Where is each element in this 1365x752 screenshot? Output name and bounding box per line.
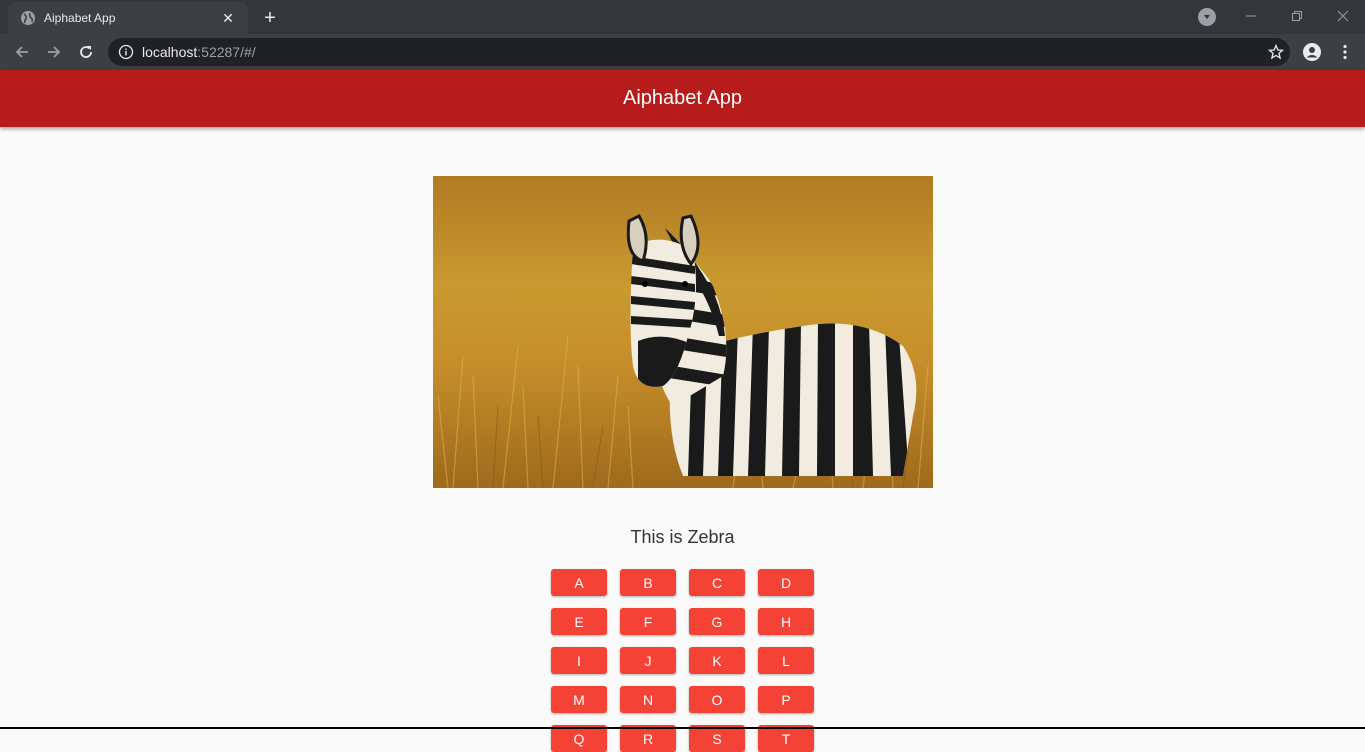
app-bar: Aiphabet App [0,70,1365,127]
letter-button-r[interactable]: R [620,725,676,752]
letter-button-b[interactable]: B [620,569,676,596]
new-tab-button[interactable]: + [258,6,282,30]
info-icon[interactable] [118,44,134,60]
profile-icon[interactable] [1298,38,1326,66]
letter-button-a[interactable]: A [551,569,607,596]
url-path: :52287/#/ [197,44,256,60]
reload-icon[interactable] [72,38,100,66]
close-tab-icon[interactable]: ✕ [220,10,236,26]
forward-icon[interactable] [40,38,68,66]
letter-button-p[interactable]: P [758,686,814,713]
letter-button-n[interactable]: N [620,686,676,713]
letter-button-t[interactable]: T [758,725,814,752]
letter-button-q[interactable]: Q [551,725,607,752]
letter-button-d[interactable]: D [758,569,814,596]
letter-button-j[interactable]: J [620,647,676,674]
url-host: localhost [142,44,198,60]
letter-button-h[interactable]: H [758,608,814,635]
letter-button-grid: ABCD EFGH IJKL MNOP QRST [551,569,815,752]
animal-caption: This is Zebra [630,527,735,547]
letter-button-l[interactable]: L [758,647,814,674]
restore-icon[interactable] [1274,0,1320,32]
tab-search-icon[interactable] [1198,8,1216,26]
address-bar[interactable]: localhost:52287/#/ [108,38,1290,66]
tab-title: Aiphabet App [44,11,116,25]
letter-button-m[interactable]: M [551,686,607,713]
letter-button-f[interactable]: F [620,608,676,635]
bookmark-star-icon[interactable] [1268,44,1284,60]
letter-button-s[interactable]: S [689,725,745,752]
letter-button-g[interactable]: G [689,608,745,635]
letter-button-i[interactable]: I [551,647,607,674]
letter-button-k[interactable]: K [689,647,745,674]
back-icon[interactable] [8,38,36,66]
minimize-icon[interactable] [1228,0,1274,32]
globe-icon [20,10,36,26]
app-title: Aiphabet App [623,87,742,109]
browser-tab[interactable]: Aiphabet App ✕ [8,2,248,34]
browser-toolbar: localhost:52287/#/ [0,34,1365,70]
menu-kebab-icon[interactable] [1331,38,1359,66]
letter-button-c[interactable]: C [689,569,745,596]
close-window-icon[interactable] [1320,0,1365,32]
zebra-image [433,176,933,488]
browser-tab-strip: Aiphabet App ✕ + [0,0,1365,34]
letter-button-e[interactable]: E [551,608,607,635]
letter-button-o[interactable]: O [689,686,745,713]
